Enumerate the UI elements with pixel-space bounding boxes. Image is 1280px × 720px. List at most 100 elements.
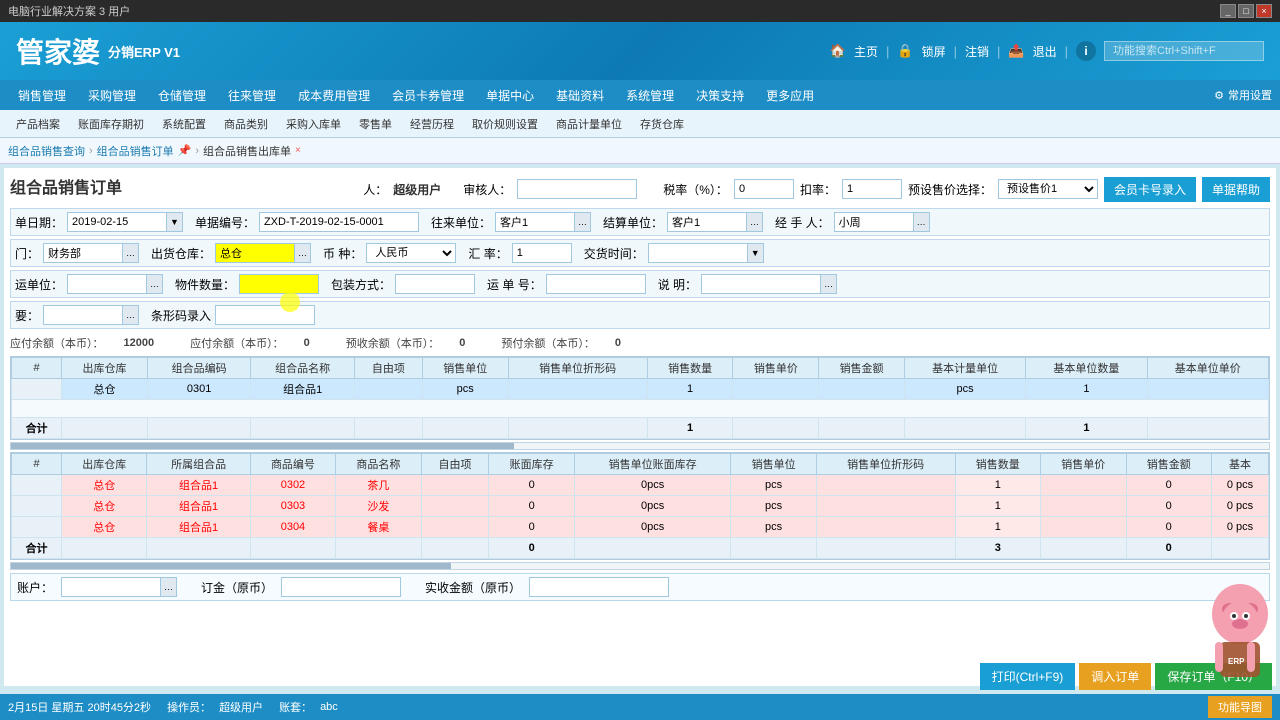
packing-input[interactable] — [395, 274, 475, 294]
warehouse-btn[interactable]: … — [295, 243, 311, 263]
reviewer-input[interactable] — [517, 179, 637, 199]
cell4-stock: 0 — [489, 517, 574, 538]
window-controls[interactable]: _ □ × — [1220, 4, 1272, 18]
sub-nav-retail[interactable]: 零售单 — [351, 113, 400, 135]
help-btn[interactable]: 单据帮助 — [1202, 177, 1270, 202]
table1-row-1[interactable]: 总仓 0301 组合品1 pcs 1 pcs 1 — [12, 379, 1269, 400]
exit-button[interactable]: 退出 — [1033, 43, 1057, 60]
exchange-time-input[interactable] — [648, 243, 748, 263]
nav-member[interactable]: 会员卡券管理 — [382, 83, 474, 108]
th-warehouse: 出库仓库 — [62, 358, 148, 379]
nav-warehouse[interactable]: 仓储管理 — [148, 83, 216, 108]
sub-nav-product-file[interactable]: 产品档案 — [8, 113, 68, 135]
exchange-time-btn[interactable]: ▼ — [748, 243, 764, 263]
sub-nav-category[interactable]: 商品类别 — [216, 113, 276, 135]
logout-button[interactable]: 注销 — [965, 43, 989, 60]
required-label: 要： — [15, 307, 39, 324]
sub-nav-price-rules[interactable]: 取价规则设置 — [464, 113, 546, 135]
required-combo: … — [43, 305, 139, 325]
print-btn[interactable]: 打印(Ctrl+F9) — [980, 663, 1076, 690]
func-search-input[interactable] — [1104, 41, 1264, 61]
account-btn[interactable]: … — [161, 577, 177, 597]
table1-scrollbar[interactable] — [10, 442, 1270, 450]
actual-amount-input[interactable] — [529, 577, 669, 597]
cell4-unit-stock: 0pcs — [574, 517, 730, 538]
required-btn[interactable]: … — [123, 305, 139, 325]
breadcrumb-query[interactable]: 组合品销售查询 — [8, 143, 85, 159]
table2-row-2[interactable]: 总仓 组合品1 0303 沙发 0 0pcs pcs 1 0 0 pcs — [12, 496, 1269, 517]
cell4-qty: 1 — [955, 517, 1040, 538]
parts-count-input[interactable] — [239, 274, 319, 294]
order-no-input[interactable] — [259, 212, 419, 232]
table1-total-row: 合计 1 1 — [12, 418, 1269, 439]
table2-row-3[interactable]: 总仓 组合品1 0304 餐桌 0 0pcs pcs 1 0 0 pcs — [12, 517, 1269, 538]
minimize-btn[interactable]: _ — [1220, 4, 1236, 18]
cell4-code: 0304 — [250, 517, 335, 538]
sub-nav-config[interactable]: 系统配置 — [154, 113, 214, 135]
exchange-rate-input[interactable] — [512, 243, 572, 263]
breadcrumb-close-btn[interactable]: × — [295, 145, 301, 156]
info-button[interactable]: i — [1076, 41, 1096, 61]
nav-cost[interactable]: 成本费用管理 — [288, 83, 380, 108]
nav-decision[interactable]: 决策支持 — [686, 83, 754, 108]
title-bar: 电脑行业解决方案 3 用户 _ □ × — [0, 0, 1280, 22]
to-unit-dropdown-btn[interactable]: … — [575, 212, 591, 232]
note-btn[interactable]: … — [821, 274, 837, 294]
cell-num — [12, 379, 62, 400]
cell-base-price — [1147, 379, 1268, 400]
home-button[interactable]: 主页 — [854, 43, 878, 60]
close-btn[interactable]: × — [1256, 4, 1272, 18]
nav-base[interactable]: 基础资料 — [546, 83, 614, 108]
help-map-btn[interactable]: 功能导图 — [1208, 696, 1272, 718]
required-input[interactable] — [43, 305, 123, 325]
barcode-input[interactable] — [215, 305, 315, 325]
note-combo: … — [701, 274, 837, 294]
table2-row-1[interactable]: 总仓 组合品1 0302 茶几 0 0pcs pcs 1 0 0 pcs — [12, 475, 1269, 496]
lock-button[interactable]: 锁屏 — [922, 43, 946, 60]
import-btn[interactable]: 调入订单 — [1079, 663, 1151, 690]
shipping-no-label: 运 单 号： — [487, 276, 542, 293]
note-input[interactable] — [701, 274, 821, 294]
cell-sales-unit: pcs — [422, 379, 508, 400]
date-dropdown-btn[interactable]: ▼ — [167, 212, 183, 232]
preset-price-label: 预设售价选择： — [908, 181, 992, 198]
shipping-unit-btn[interactable]: … — [147, 274, 163, 294]
nav-more[interactable]: 更多应用 — [756, 83, 824, 108]
shipping-no-input[interactable] — [546, 274, 646, 294]
nav-dealings[interactable]: 往来管理 — [218, 83, 286, 108]
dept-input[interactable] — [43, 243, 123, 263]
nav-system[interactable]: 系统管理 — [616, 83, 684, 108]
th-sales-qty: 销售数量 — [647, 358, 733, 379]
preset-price-select[interactable]: 预设售价1 — [998, 179, 1098, 199]
dept-combo: … — [43, 243, 139, 263]
currency-select[interactable]: 人民币 — [366, 243, 456, 263]
maximize-btn[interactable]: □ — [1238, 4, 1254, 18]
handler-input[interactable] — [834, 212, 914, 232]
to-unit-input[interactable] — [495, 212, 575, 232]
order-amount-input[interactable] — [281, 577, 401, 597]
breadcrumb: 组合品销售查询 › 组合品销售订单 📌 › 组合品销售出库单 × — [0, 138, 1280, 164]
dept-btn[interactable]: … — [123, 243, 139, 263]
account-input[interactable] — [61, 577, 161, 597]
sub-nav-account-init[interactable]: 账面库存期初 — [70, 113, 152, 135]
settings-area[interactable]: ⚙ 常用设置 — [1214, 87, 1272, 103]
settle-unit-btn[interactable]: … — [747, 212, 763, 232]
handler-btn[interactable]: … — [914, 212, 930, 232]
nav-sales[interactable]: 销售管理 — [8, 83, 76, 108]
nav-purchase[interactable]: 采购管理 — [78, 83, 146, 108]
tax-rate-input[interactable] — [734, 179, 794, 199]
sub-nav-history[interactable]: 经营历程 — [402, 113, 462, 135]
discount-input[interactable] — [842, 179, 902, 199]
member-card-btn[interactable]: 会员卡号录入 — [1104, 177, 1196, 202]
breadcrumb-order[interactable]: 组合品销售订单 — [97, 143, 174, 159]
warehouse-input[interactable] — [215, 243, 295, 263]
note-label: 说 明： — [658, 276, 697, 293]
nav-document[interactable]: 单据中心 — [476, 83, 544, 108]
settle-unit-input[interactable] — [667, 212, 747, 232]
sub-nav-purchase-in[interactable]: 采购入库单 — [278, 113, 349, 135]
table2-scrollbar[interactable] — [10, 562, 1270, 570]
shipping-unit-input[interactable] — [67, 274, 147, 294]
date-input[interactable] — [67, 212, 167, 232]
sub-nav-warehouse[interactable]: 存货仓库 — [632, 113, 692, 135]
sub-nav-measure[interactable]: 商品计量单位 — [548, 113, 630, 135]
